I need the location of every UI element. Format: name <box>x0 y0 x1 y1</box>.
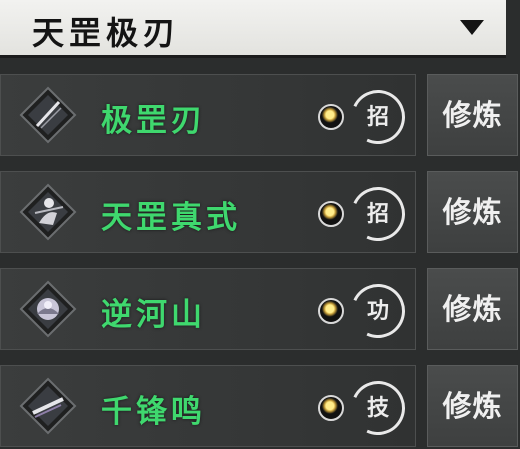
mountain-river-icon <box>19 280 77 338</box>
skill-type-badge: 功 <box>366 298 389 324</box>
coin-icon <box>318 104 344 130</box>
skill-type-badge: 招 <box>366 201 389 227</box>
train-button[interactable]: 修炼 <box>427 171 518 253</box>
coin-icon <box>318 201 344 227</box>
skill-card[interactable]: 千锋鸣 技 <box>0 365 416 447</box>
coin-icon <box>318 395 344 421</box>
train-button[interactable]: 修炼 <box>427 74 518 156</box>
train-button[interactable]: 修炼 <box>427 268 518 350</box>
skill-group-header[interactable]: 天罡极刃 <box>0 0 506 58</box>
blade-sword-icon <box>19 377 77 435</box>
skill-name: 天罡真式 <box>101 200 241 236</box>
skill-type-badge: 招 <box>366 104 389 130</box>
skill-name: 逆河山 <box>101 297 206 333</box>
skill-name: 千锋鸣 <box>101 394 206 430</box>
skill-row: 极罡刃 招 修炼 <box>0 74 520 158</box>
blade-slash-icon <box>19 86 77 144</box>
warrior-pose-icon <box>19 183 77 241</box>
skill-name: 极罡刃 <box>101 103 206 139</box>
skill-card[interactable]: 天罡真式 招 <box>0 171 416 253</box>
coin-icon <box>318 298 344 324</box>
skill-row: 逆河山 功 修炼 <box>0 268 520 352</box>
triangle-down-icon[interactable] <box>460 20 484 35</box>
skill-row: 天罡真式 招 修炼 <box>0 171 520 255</box>
train-button[interactable]: 修炼 <box>427 365 518 447</box>
skill-card[interactable]: 逆河山 功 <box>0 268 416 350</box>
skill-type-badge: 技 <box>366 395 389 421</box>
skill-card[interactable]: 极罡刃 招 <box>0 74 416 156</box>
skill-row: 千锋鸣 技 修炼 <box>0 365 520 449</box>
skill-group-title: 天罡极刃 <box>32 14 181 52</box>
